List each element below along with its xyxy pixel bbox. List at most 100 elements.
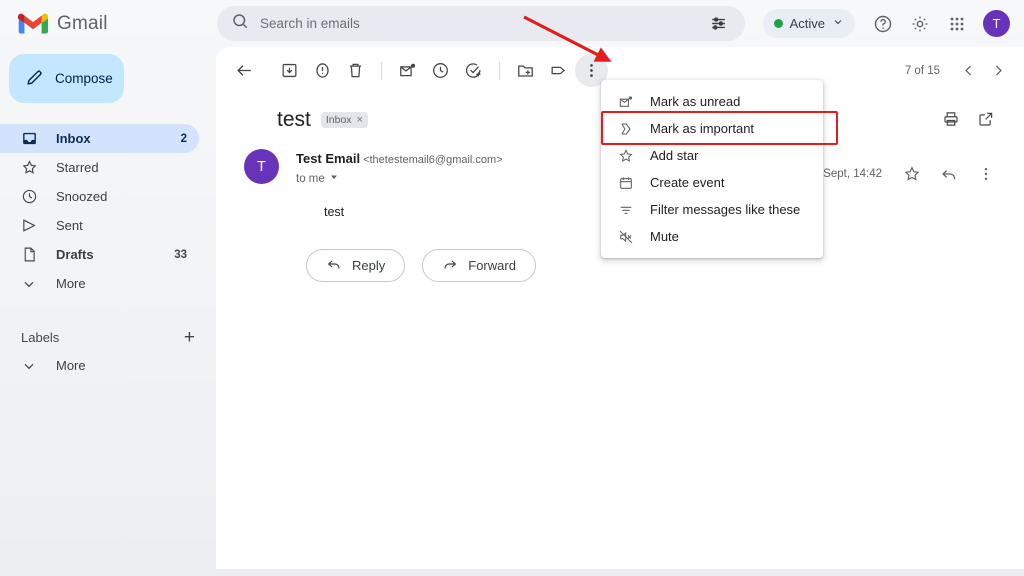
menu-item-label: Create event [650, 175, 724, 190]
sidebar-item-count: 2 [181, 133, 199, 145]
recipient-line[interactable]: to me [296, 172, 503, 185]
menu-item-label: Filter messages like these [650, 202, 800, 217]
clock-icon [21, 188, 40, 205]
forward-icon [442, 256, 458, 275]
chevron-down-icon [21, 358, 40, 374]
labels-button[interactable] [542, 54, 575, 87]
label-chip-inbox[interactable]: Inbox × [321, 112, 368, 128]
compose-button[interactable]: Compose [9, 54, 124, 103]
apps-grid-icon[interactable] [940, 7, 974, 41]
reply-icon [326, 256, 342, 275]
back-arrow-icon[interactable] [228, 54, 261, 87]
recipient-text: to me [296, 173, 325, 185]
sidebar-item-label: Sent [56, 218, 187, 233]
chevron-down-icon [21, 276, 40, 292]
snooze-button[interactable] [424, 54, 457, 87]
sender-line: Test Email<thetestemail6@gmail.com> [296, 150, 503, 168]
archive-button[interactable] [273, 54, 306, 87]
chevron-left-icon[interactable] [954, 57, 982, 85]
sidebar-item-more[interactable]: More [0, 269, 199, 298]
menu-item-add-star[interactable]: Add star [601, 142, 823, 169]
subject-actions [934, 102, 1002, 135]
sender-name: Test Email [296, 151, 360, 166]
mark-unread-icon [617, 94, 635, 110]
star-icon[interactable] [895, 157, 928, 190]
sender-avatar[interactable]: T [244, 149, 279, 184]
open-in-new-icon[interactable] [969, 102, 1002, 135]
chevron-right-icon[interactable] [984, 57, 1012, 85]
pagination: 7 of 15 [905, 47, 1012, 94]
app-header: Gmail Active [0, 0, 1024, 47]
sidebar: Compose Inbox 2 Starred [0, 47, 215, 576]
delete-button[interactable] [339, 54, 372, 87]
status-label: Active [790, 16, 825, 31]
sidebar-labels-more-label: More [56, 358, 199, 373]
status-chip[interactable]: Active [763, 9, 855, 38]
reply-icon[interactable] [932, 157, 965, 190]
help-circle-icon[interactable] [866, 7, 900, 41]
menu-item-mark-as-important[interactable]: Mark as important [601, 115, 823, 142]
calendar-icon [617, 175, 635, 191]
sidebar-item-label: Starred [56, 160, 187, 175]
menu-item-label: Mark as important [650, 121, 754, 136]
sidebar-labels-more[interactable]: More [0, 351, 199, 380]
sidebar-item-label: Inbox [56, 131, 181, 146]
tune-filter-icon[interactable] [705, 11, 731, 37]
mark-unread-button[interactable] [391, 54, 424, 87]
status-dot [774, 19, 783, 28]
draft-icon [21, 246, 40, 263]
sidebar-item-label: Drafts [56, 247, 174, 262]
report-spam-button[interactable] [306, 54, 339, 87]
sidebar-item-drafts[interactable]: Drafts 33 [0, 240, 199, 269]
more-vertical-icon[interactable] [969, 157, 1002, 190]
important-marker-icon [617, 121, 635, 137]
menu-item-label: Mark as unread [650, 94, 740, 109]
compose-label: Compose [55, 71, 113, 86]
brand-label: Gmail [57, 13, 108, 35]
sidebar-item-snoozed[interactable]: Snoozed [0, 182, 199, 211]
search-bar[interactable] [217, 6, 745, 41]
avatar[interactable]: T [983, 10, 1010, 37]
label-chip-text: Inbox [326, 114, 352, 126]
menu-item-mark-as-unread[interactable]: Mark as unread [601, 88, 823, 115]
pagination-count: 7 of 15 [905, 65, 940, 77]
sidebar-item-inbox[interactable]: Inbox 2 [0, 124, 199, 153]
avatar-initial: T [993, 16, 1001, 31]
close-icon[interactable]: × [357, 114, 363, 126]
header-actions: Active [763, 0, 1014, 47]
pencil-icon [25, 68, 44, 90]
inbox-icon [21, 130, 40, 147]
sidebar-item-starred[interactable]: Starred [0, 153, 199, 182]
search-input[interactable] [249, 16, 705, 31]
reply-button[interactable]: Reply [306, 249, 405, 282]
plus-icon[interactable]: + [184, 328, 195, 347]
menu-item-filter-messages[interactable]: Filter messages like these [601, 196, 823, 223]
labels-title: Labels [21, 330, 184, 345]
send-icon [21, 217, 40, 234]
toolbar-divider [499, 62, 500, 80]
filter-icon [617, 202, 635, 218]
message-actions: 29 Sept, 14:42 [807, 157, 1002, 190]
reply-button-label: Reply [352, 258, 385, 273]
message-meta: Test Email<thetestemail6@gmail.com> to m… [296, 149, 503, 185]
chevron-down-icon [832, 16, 844, 31]
sidebar-item-label: More [56, 276, 187, 291]
forward-button[interactable]: Forward [422, 249, 536, 282]
sidebar-item-label: Snoozed [56, 189, 187, 204]
menu-item-create-event[interactable]: Create event [601, 169, 823, 196]
sender-email: <thetestemail6@gmail.com> [363, 154, 503, 166]
menu-item-label: Add star [650, 148, 698, 163]
move-to-button[interactable] [509, 54, 542, 87]
toolbar-divider [381, 62, 382, 80]
sidebar-nav: Inbox 2 Starred Snoozed [0, 124, 215, 298]
menu-item-mute[interactable]: Mute [601, 223, 823, 250]
sidebar-item-sent[interactable]: Sent [0, 211, 199, 240]
add-to-tasks-button[interactable] [457, 54, 490, 87]
star-icon [617, 148, 635, 164]
page-title: test [277, 108, 311, 132]
brand: Gmail [0, 12, 215, 35]
gear-icon[interactable] [903, 7, 937, 41]
print-icon[interactable] [934, 102, 967, 135]
menu-item-label: Mute [650, 229, 679, 244]
star-icon [21, 159, 40, 176]
